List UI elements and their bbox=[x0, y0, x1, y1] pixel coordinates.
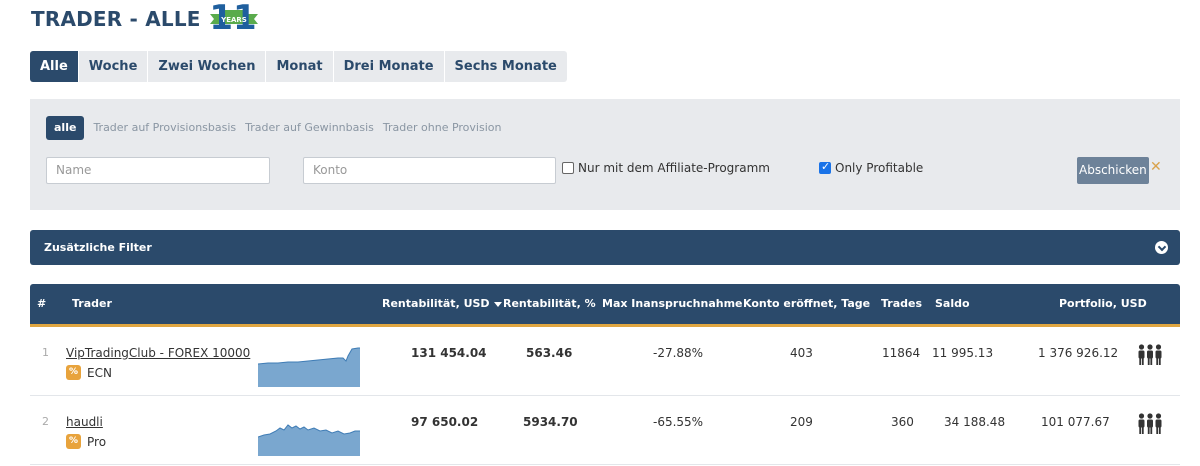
extra-filter-toggle[interactable]: Zusätzliche Filter bbox=[30, 230, 1180, 265]
row-rank: 1 bbox=[42, 346, 49, 359]
account-type: % ECN bbox=[66, 365, 112, 380]
filter-panel: alle Trader auf Provisionsbasis Trader a… bbox=[30, 99, 1180, 210]
submit-button[interactable]: Abschicken bbox=[1077, 157, 1149, 184]
affiliate-label: Nur mit dem Affiliate-Programm bbox=[578, 161, 770, 175]
rentabilitaet-usd-value: 131 454.04 bbox=[411, 346, 487, 360]
col-rentabilitaet-usd[interactable]: Rentabilität, USD bbox=[382, 284, 502, 324]
rentabilitaet-usd-value: 97 650.02 bbox=[411, 415, 479, 429]
portfolio-value: 101 077.67 bbox=[1041, 415, 1110, 429]
drawdown-value: -27.88% bbox=[653, 346, 704, 360]
name-input[interactable]: Name bbox=[46, 157, 270, 184]
chevron-down-icon[interactable] bbox=[1155, 241, 1168, 254]
tab-alle[interactable]: Alle bbox=[30, 51, 79, 82]
saldo-value: 34 188.48 bbox=[944, 415, 1006, 429]
period-tabs: Alle Woche Zwei Wochen Monat Drei Monate… bbox=[30, 51, 567, 82]
table-row: 2 haudli % Pro 97 650.02 5934.70 -65.55%… bbox=[30, 396, 1180, 465]
type-tab-ohne-provision[interactable]: Trader ohne Provision bbox=[383, 116, 502, 140]
only-profitable-checkbox-box[interactable] bbox=[819, 160, 831, 174]
table-header: # Trader Rentabilität, USD Rentabilität,… bbox=[30, 284, 1180, 327]
sort-desc-icon bbox=[493, 301, 502, 307]
only-profitable-checkbox[interactable]: Only Profitable bbox=[819, 160, 924, 175]
trader-type-tabs: alle Trader auf Provisionsbasis Trader a… bbox=[46, 116, 510, 140]
col-konto-eroeffnet[interactable]: Konto eröffnet, Tage bbox=[743, 284, 870, 324]
investors-icon[interactable] bbox=[1137, 344, 1163, 366]
only-profitable-label: Only Profitable bbox=[835, 161, 924, 175]
title-row: TRADER - ALLE bbox=[31, 0, 201, 38]
tab-drei-monate[interactable]: Drei Monate bbox=[334, 51, 445, 82]
type-tab-alle[interactable]: alle bbox=[46, 116, 85, 140]
konto-input[interactable]: Konto bbox=[303, 157, 556, 184]
trader-link[interactable]: VipTradingClub - FOREX 10000 bbox=[66, 346, 250, 360]
tab-woche[interactable]: Woche bbox=[79, 51, 149, 82]
extra-filter-label: Zusätzliche Filter bbox=[44, 241, 152, 254]
affiliate-checkbox[interactable]: Nur mit dem Affiliate-Programm bbox=[562, 161, 770, 175]
investors-icon[interactable] bbox=[1137, 413, 1163, 435]
rentabilitaet-pct-value: 5934.70 bbox=[523, 415, 578, 429]
type-tab-provision[interactable]: Trader auf Provisionsbasis bbox=[93, 116, 236, 140]
trader-link[interactable]: haudli bbox=[66, 415, 103, 429]
trades-value: 11864 bbox=[882, 346, 921, 360]
equity-sparkline bbox=[258, 424, 360, 456]
col-rank: # bbox=[37, 297, 47, 310]
col-trader[interactable]: Trader bbox=[72, 284, 112, 324]
portfolio-value: 1 376 926.12 bbox=[1038, 346, 1119, 360]
tab-sechs-monate[interactable]: Sechs Monate bbox=[445, 51, 567, 82]
account-type-label: Pro bbox=[87, 434, 107, 449]
account-type: % Pro bbox=[66, 434, 106, 449]
col-rentabilitaet-usd-label: Rentabilität, USD bbox=[382, 297, 490, 310]
tab-zwei-wochen[interactable]: Zwei Wochen bbox=[148, 51, 267, 82]
logo-text: YEARS bbox=[220, 16, 247, 24]
days-value: 403 bbox=[790, 346, 813, 360]
percent-badge-icon: % bbox=[66, 434, 81, 449]
trades-value: 360 bbox=[891, 415, 914, 429]
affiliate-checkbox-box[interactable] bbox=[562, 162, 574, 174]
page-title: TRADER - ALLE bbox=[31, 7, 201, 31]
eleven-years-logo: 11 YEARS bbox=[209, 0, 258, 34]
type-tab-gewinn[interactable]: Trader auf Gewinnbasis bbox=[245, 116, 374, 140]
saldo-value: 11 995.13 bbox=[932, 346, 994, 360]
col-portfolio[interactable]: Portfolio, USD bbox=[1059, 284, 1147, 324]
tab-monat[interactable]: Monat bbox=[266, 51, 334, 82]
days-value: 209 bbox=[790, 415, 813, 429]
percent-badge-icon: % bbox=[66, 365, 81, 380]
col-rentabilitaet-pct[interactable]: Rentabilität, % bbox=[503, 284, 596, 324]
col-saldo[interactable]: Saldo bbox=[935, 284, 970, 324]
table-row: 1 VipTradingClub - FOREX 10000 % ECN 131… bbox=[30, 327, 1180, 396]
row-rank: 2 bbox=[42, 415, 49, 428]
account-type-label: ECN bbox=[87, 365, 112, 380]
rentabilitaet-pct-value: 563.46 bbox=[526, 346, 573, 360]
col-trades[interactable]: Trades bbox=[881, 284, 922, 324]
equity-sparkline bbox=[258, 347, 360, 387]
drawdown-value: -65.55% bbox=[653, 415, 704, 429]
clear-filter-icon[interactable]: ✕ bbox=[1150, 159, 1162, 175]
col-max-inanspruchnahme[interactable]: Max Inanspruchnahme bbox=[602, 284, 743, 324]
